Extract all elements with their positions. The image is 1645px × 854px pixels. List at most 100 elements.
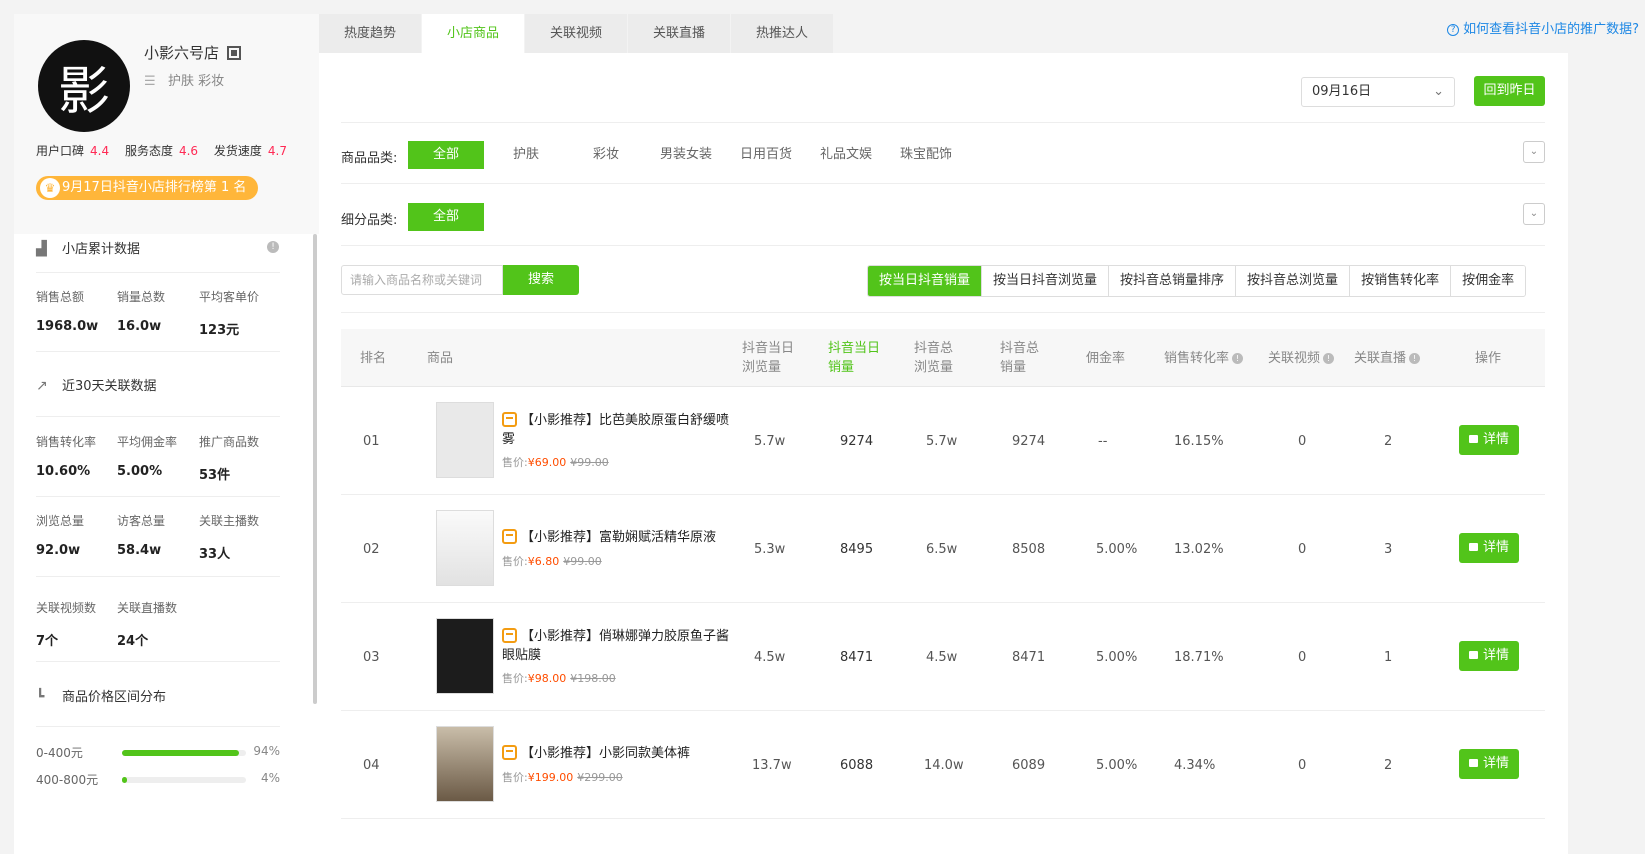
question-icon: ? [1447,24,1460,36]
price-range-bar [122,750,246,756]
sidebar-scrollbar[interactable] [313,234,317,704]
product-title[interactable]: 【小影推荐】俏琳娜弹力胶原鱼子酱眼贴膜 [502,627,730,665]
cumulative-title: ▟ 小店累计数据 [36,241,141,257]
stat-views-total: 浏览总量 92.0w [36,514,85,558]
category-daily[interactable]: 日用百货 [728,141,804,169]
conversion: 18.71% [1174,649,1224,665]
back-yesterday-button[interactable]: 回到昨日 [1474,76,1545,106]
sort-total-sales[interactable]: 按抖音总销量排序 [1109,266,1237,296]
product-thumbnail[interactable] [436,402,494,478]
subcategory-all[interactable]: 全部 [408,203,484,231]
product-title[interactable]: 【小影推荐】小影同款美体裤 [502,744,730,763]
detail-button[interactable]: 详情 [1459,533,1519,563]
product-thumbnail[interactable] [436,726,494,802]
category-skincare[interactable]: 护肤 [488,141,564,169]
product-price: 售价:¥98.00 ¥198.00 [502,672,616,685]
th-commission[interactable]: 佣金率 [1086,329,1125,387]
total-views: 4.5w [926,649,958,665]
rating-reputation: 用户口碑 4.4 [36,144,110,158]
search-input[interactable]: 请输入商品名称或关键词 [341,265,503,295]
divider [36,416,280,417]
videos-count: 0 [1298,433,1307,449]
th-total-sales[interactable]: 抖音总 销量 [1000,329,1039,387]
product-price: 售价:¥69.00 ¥99.00 [502,456,609,469]
tab-heat-trend[interactable]: 热度趋势 [319,14,422,53]
rating-delivery: 发货速度 4.7 [213,144,287,158]
info-icon[interactable]: ! [267,241,279,253]
price-dist-title: ┗ 商品价格区间分布 [36,689,167,705]
total-views: 5.7w [926,433,958,449]
day-sales: 8495 [840,541,874,557]
product-title[interactable]: 【小影推荐】富勒娴赋活精华原液 [502,528,730,547]
bar-chart-icon: ┗ [36,689,45,705]
info-icon[interactable]: ! [1232,352,1244,364]
th-total-views[interactable]: 抖音总 浏览量 [914,329,953,387]
sort-options: 按当日抖音销量 按当日抖音浏览量 按抖音总销量排序 按抖音总浏览量 按销售转化率… [867,265,1527,297]
qr-code-icon[interactable] [227,46,242,60]
expand-subcategories-button[interactable]: ⌄ [1523,203,1545,225]
total-sales: 9274 [1012,433,1046,449]
sort-day-sales[interactable]: 按当日抖音销量 [868,266,983,296]
recent30-title: ↗ 近30天关联数据 [36,378,157,394]
info-icon[interactable]: ! [1323,352,1335,364]
product-title[interactable]: 【小影推荐】比芭美胶原蛋白舒缓喷雾 [502,411,730,449]
tab-bar: 热度趋势 小店商品 关联视频 关联直播 热推达人 [319,14,834,53]
stat-promo-products: 推广商品数 53件 [199,435,260,483]
tab-related-lives[interactable]: 关联直播 [628,14,731,53]
expand-categories-button[interactable]: ⌄ [1523,141,1545,163]
crown-icon: ♛ [40,178,60,198]
total-sales: 6089 [1012,757,1046,773]
shop-categories-text: 护肤 彩妆 [168,74,225,89]
th-conversion[interactable]: 销售转化率! [1164,329,1244,387]
subcategory-filter-label: 细分品类: [341,213,398,228]
divider [36,496,280,497]
product-price: 售价:¥6.80 ¥99.00 [502,555,602,568]
stat-sales-total: 销售总额 1968.0w [36,290,99,334]
tab-related-videos[interactable]: 关联视频 [525,14,628,53]
lives-count: 1 [1384,649,1393,665]
info-icon[interactable]: ! [1409,352,1421,364]
shop-icon [502,628,517,643]
sort-commission[interactable]: 按佣金率 [1451,266,1526,296]
tab-hot-influencers[interactable]: 热推达人 [731,14,834,53]
shop-header: 影 小影六号店 ☰ 护肤 彩妆 用户口碑 4.4 服务态度 4.6 发货速度 4.7 ♛… [14,14,319,234]
product-thumbnail[interactable] [436,510,494,586]
sort-conversion[interactable]: 按销售转化率 [1350,266,1452,296]
shop-ratings: 用户口碑 4.4 服务态度 4.6 发货速度 4.7 [36,142,299,159]
rank: 03 [363,649,380,665]
tab-shop-products[interactable]: 小店商品 [422,14,525,53]
th-day-sales[interactable]: 抖音当日 销量 [828,329,880,387]
shop-name: 小影六号店 [144,42,242,63]
lives-count: 2 [1384,757,1393,773]
commission: 5.00% [1096,757,1138,773]
stat-conversion: 销售转化率 10.60% [36,435,97,479]
chevron-down-icon: ⌄ [1433,84,1444,99]
category-jewelry[interactable]: 珠宝配饰 [888,141,964,169]
stat-lives: 关联直播数 24个 [117,601,178,649]
detail-button[interactable]: 详情 [1459,425,1519,455]
videos-count: 0 [1298,757,1307,773]
sort-day-views[interactable]: 按当日抖音浏览量 [982,266,1110,296]
search-button[interactable]: 搜索 [503,265,579,295]
date-select[interactable]: 09月16日 ⌄ [1301,77,1455,107]
category-gifts[interactable]: 礼品文娱 [808,141,884,169]
rank-badge-text: 9月17日抖音小店排行榜第 1 名 [62,180,247,195]
detail-button[interactable]: 详情 [1459,641,1519,671]
subcategory-filter: 细分品类: 全部 [341,203,1545,231]
th-product: 商品 [427,350,454,366]
th-videos: 关联视频! [1268,329,1335,387]
th-day-views[interactable]: 抖音当日 浏览量 [742,329,794,387]
conversion: 13.02% [1174,541,1224,557]
divider [341,312,1545,313]
help-link[interactable]: ? 如何查看抖音小店的推广数据? [1447,18,1639,37]
price-range-row: 400-800元 4% [36,771,280,787]
category-makeup[interactable]: 彩妆 [568,141,644,169]
category-all[interactable]: 全部 [408,141,484,169]
sort-total-views[interactable]: 按抖音总浏览量 [1236,266,1351,296]
product-thumbnail[interactable] [436,618,494,694]
lives-count: 2 [1384,433,1393,449]
stat-anchors: 关联主播数 33人 [199,514,260,562]
day-views: 13.7w [752,757,792,773]
detail-button[interactable]: 详情 [1459,749,1519,779]
category-apparel[interactable]: 男装女装 [648,141,724,169]
